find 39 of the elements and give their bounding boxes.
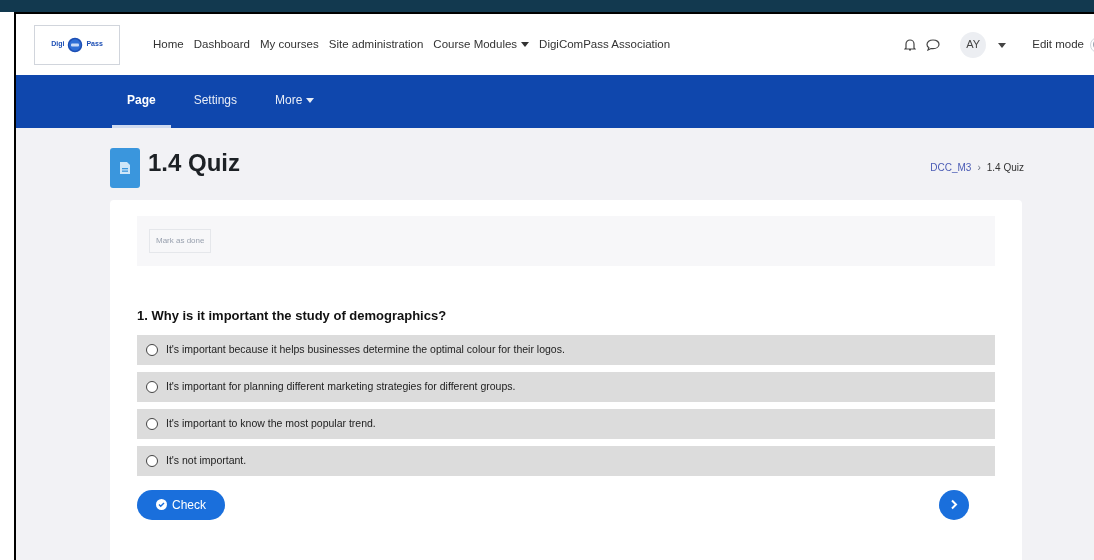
next-button[interactable] (939, 489, 969, 520)
radio-button[interactable] (146, 343, 158, 356)
answer-option[interactable]: It's important to know the most popular trend. (137, 408, 995, 439)
chat-bubble-icon[interactable] (926, 38, 941, 51)
caret-icon (998, 42, 1007, 48)
nav-link[interactable]: Course Modules (433, 35, 530, 54)
nav-link[interactable]: My courses (259, 35, 319, 54)
answer-text: It's important because it helps businesses determine the optimal colour for their logos. (166, 341, 565, 357)
answer-text: It's important to know the most popular trend. (166, 415, 376, 431)
page-document-icon (110, 148, 140, 188)
check-circle-icon (156, 499, 167, 510)
nav-tab[interactable]: More (260, 75, 330, 128)
check-button[interactable]: Check (137, 489, 225, 520)
answer-option[interactable]: It's important for planning different marketing strategies for different groups. (137, 371, 995, 402)
breadcrumb-link[interactable]: DCC_M3 (930, 160, 972, 175)
answer-text: It's not important. (166, 452, 247, 468)
answer-text: It's important for planning different marketing strategies for different groups. (166, 378, 516, 394)
radio-button[interactable] (146, 380, 158, 393)
nav-link[interactable]: Home (153, 35, 184, 54)
nav-tab[interactable]: Settings (178, 75, 253, 128)
answer-option[interactable]: It's not important. (137, 445, 995, 476)
radio-button[interactable] (146, 417, 158, 430)
breadcrumb-current: 1.4 Quiz (986, 161, 1024, 175)
breadcrumb-separator: › (977, 161, 981, 175)
bell-icon[interactable] (904, 38, 917, 51)
question-text: 1. Why is it important the study of demographics? (137, 307, 448, 325)
nav-link[interactable]: DigiComPass Association (539, 35, 671, 54)
chevron-right-icon (950, 499, 958, 510)
answer-option[interactable]: It's important because it helps businesses determine the optimal colour for their logos. (137, 334, 995, 365)
page-title: 1.4 Quiz (148, 148, 241, 178)
caret-icon (306, 97, 315, 103)
nav-link[interactable]: Dashboard (193, 35, 250, 54)
nav-tab[interactable]: Page (112, 75, 171, 128)
edit-mode-label: Edit mode (1032, 36, 1084, 52)
radio-button[interactable] (146, 454, 158, 467)
caret-icon (521, 42, 530, 47)
compass-circle-icon (67, 36, 84, 53)
user-avatar[interactable]: AY (960, 31, 987, 58)
nav-link[interactable]: Site administration (328, 35, 424, 54)
